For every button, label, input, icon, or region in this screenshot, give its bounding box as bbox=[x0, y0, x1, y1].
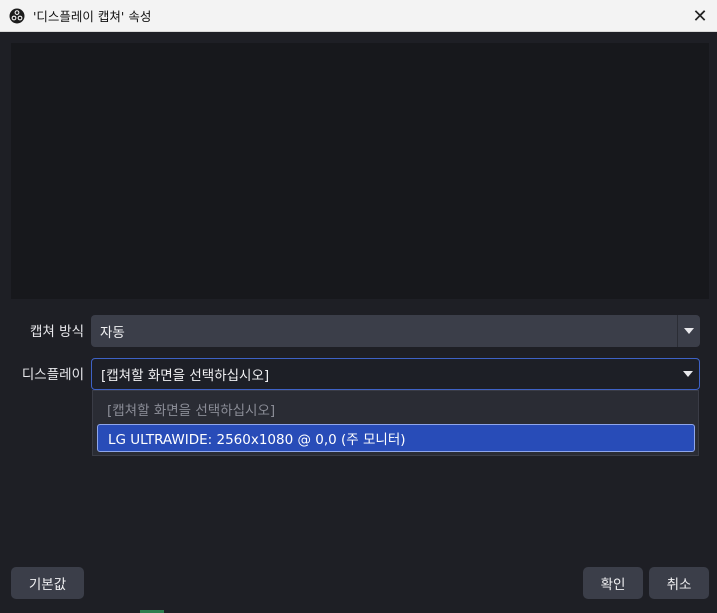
capture-method-label: 캡쳐 방식 bbox=[30, 324, 84, 340]
chevron-down-icon[interactable] bbox=[676, 359, 699, 389]
obs-logo-icon bbox=[9, 8, 25, 24]
display-select[interactable]: [캡쳐할 화면을 선택하십시오] bbox=[91, 358, 700, 390]
ok-button[interactable]: 확인 bbox=[583, 567, 643, 599]
title-bar: '디스플레이 캡쳐' 속성 ✕ bbox=[0, 0, 717, 32]
defaults-button[interactable]: 기본값 bbox=[11, 567, 84, 599]
dropdown-item-lg-ultrawide[interactable]: LG ULTRAWIDE: 2560x1080 @ 0,0 (주 모니터) bbox=[97, 424, 695, 452]
capture-method-select[interactable]: 자동 bbox=[91, 315, 700, 347]
window-title: '디스플레이 캡쳐' 속성 bbox=[33, 9, 152, 24]
capture-method-value: 자동 bbox=[100, 325, 125, 341]
display-value: [캡쳐할 화면을 선택하십시오] bbox=[101, 368, 270, 384]
close-icon[interactable]: ✕ bbox=[683, 0, 717, 32]
cancel-button[interactable]: 취소 bbox=[649, 567, 709, 599]
display-label: 디스플레이 bbox=[21, 367, 84, 383]
source-preview bbox=[11, 43, 709, 299]
display-dropdown-list: [캡쳐할 화면을 선택하십시오] LG ULTRAWIDE: 2560x1080… bbox=[92, 390, 699, 456]
chevron-down-icon[interactable] bbox=[677, 315, 700, 347]
dropdown-item-placeholder: [캡쳐할 화면을 선택하십시오] bbox=[107, 403, 276, 419]
